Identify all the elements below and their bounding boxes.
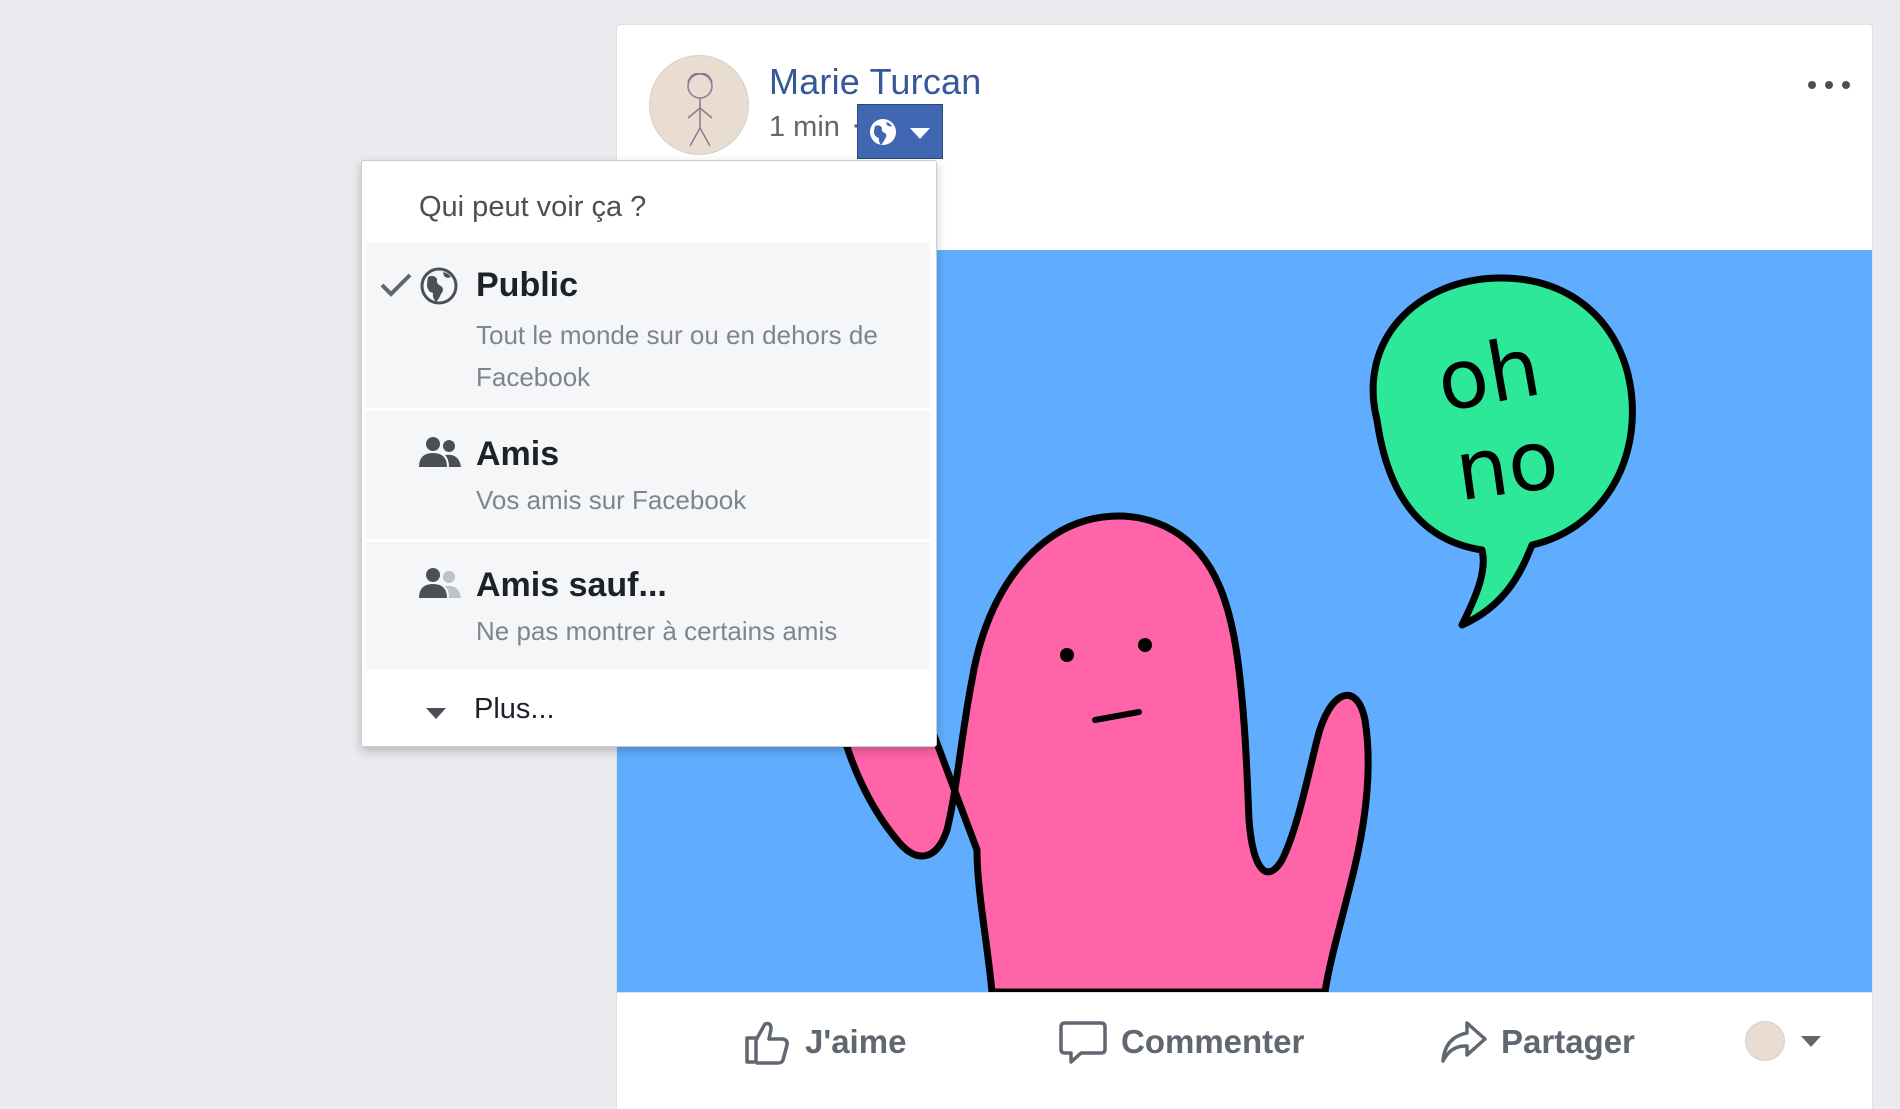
comment-label: Commenter (1121, 1023, 1305, 1060)
option-title: Amis sauf... (476, 566, 667, 604)
globe-icon (419, 266, 459, 311)
friends-except-icon (419, 566, 461, 605)
audience-menu-header: Qui peut voir ça ? (362, 161, 936, 241)
option-title: Public (476, 266, 579, 304)
ellipsis-icon (1808, 81, 1816, 89)
audience-menu: Qui peut voir ça ? Public Tout le monde … (361, 160, 937, 747)
post-as-selector[interactable] (1745, 1019, 1825, 1065)
globe-icon (868, 117, 898, 152)
post-action-bar: J'aime Commenter Partager (617, 992, 1872, 1092)
share-arrow-icon (1441, 1021, 1487, 1063)
post-more-options-button[interactable] (1806, 73, 1852, 97)
like-label: J'aime (805, 1023, 907, 1060)
thumbs-up-icon (745, 1021, 789, 1065)
comment-button[interactable]: Commenter (1059, 993, 1304, 1091)
option-title: Amis (476, 435, 560, 473)
option-description: Ne pas montrer à certains amis (476, 616, 838, 646)
friends-icon (419, 435, 461, 474)
audience-selector-button[interactable] (857, 104, 943, 159)
comment-bubble-icon (1059, 1021, 1107, 1064)
like-button[interactable]: J'aime (743, 993, 906, 1091)
audience-more-options[interactable]: Plus... (362, 671, 936, 746)
page: Marie Turcan 1 min · oh no J'aime Commen… (0, 0, 1900, 1109)
audience-option-friends[interactable]: Amis Vos amis sur Facebook (366, 411, 930, 539)
caret-down-icon (1801, 1035, 1821, 1053)
viewer-avatar (1745, 1021, 1785, 1061)
caret-down-icon (910, 127, 930, 145)
audience-menu-title: Qui peut voir ça ? (419, 191, 647, 223)
share-label: Partager (1501, 1023, 1635, 1060)
post-timestamp-link[interactable]: 1 min (769, 111, 840, 144)
audience-option-friends-except[interactable]: Amis sauf... Ne pas montrer à certains a… (366, 542, 930, 670)
check-icon (380, 272, 412, 303)
share-button[interactable]: Partager (1439, 993, 1635, 1091)
bubble-text-line2: no (1450, 412, 1564, 520)
caret-down-icon (426, 707, 446, 725)
option-description: Tout le monde sur ou en dehors de Facebo… (476, 320, 878, 392)
more-label: Plus... (474, 693, 555, 725)
author-avatar[interactable] (649, 55, 749, 155)
audience-option-public[interactable]: Public Tout le monde sur ou en dehors de… (366, 242, 930, 408)
option-description: Vos amis sur Facebook (476, 485, 747, 515)
author-name-link[interactable]: Marie Turcan (769, 61, 981, 103)
